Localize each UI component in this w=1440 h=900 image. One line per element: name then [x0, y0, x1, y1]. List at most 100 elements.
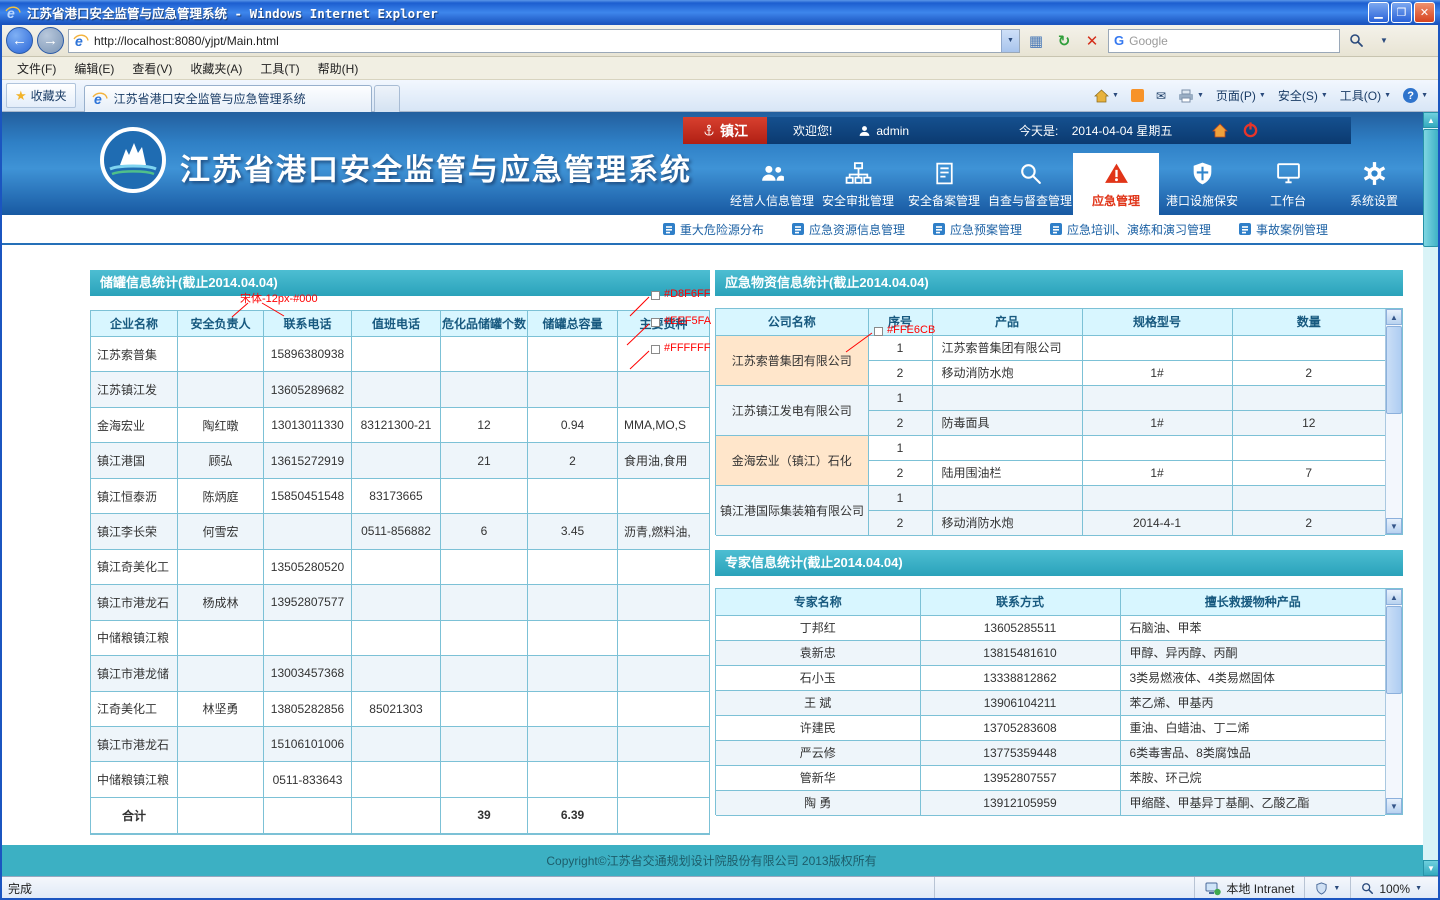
tank-total-row: 合计 39 6.39 [91, 798, 710, 833]
scroll-down-icon[interactable]: ▼ [1386, 518, 1402, 534]
col-qty: 数量 [1232, 309, 1385, 335]
current-user: admin [858, 124, 909, 138]
subnav-item[interactable]: 重大危险源分布 [663, 221, 764, 238]
cell-capacity [528, 620, 618, 655]
refresh-icon[interactable]: ↻ [1052, 29, 1076, 53]
col-contact: 联系方式 [920, 589, 1120, 615]
col-company: 企业名称 [91, 311, 178, 337]
scroll-up-icon[interactable]: ▲ [1423, 112, 1439, 128]
new-tab-button[interactable] [374, 85, 400, 112]
today-date: 2014-04-04 星期五 [1072, 122, 1173, 139]
menu-item[interactable]: 帮助(H) [309, 57, 368, 80]
subnav-item[interactable]: 应急预案管理 [933, 221, 1022, 238]
cell-tank-count [441, 337, 528, 372]
home-button[interactable]: ▼ [1094, 89, 1119, 103]
search-options-icon[interactable]: ▼ [1372, 29, 1396, 53]
scroll-down-icon[interactable]: ▼ [1386, 798, 1402, 814]
compatibility-icon[interactable]: ▦ [1024, 29, 1048, 53]
url-dropdown-icon[interactable]: ▼ [1001, 30, 1019, 52]
tank-row: 镇江市港龙石 杨成林 13952807577 [91, 585, 710, 620]
url-text[interactable]: http://localhost:8080/yjpt/Main.html [94, 34, 279, 48]
gear-icon [1361, 160, 1388, 187]
cell-capacity [528, 726, 618, 761]
read-mail-button[interactable]: ✉ [1156, 89, 1166, 103]
nav-emergency[interactable]: 应急管理 [1073, 153, 1159, 215]
cell-product: 移动消防水炮 [932, 360, 1082, 385]
cell-tank-count [441, 478, 528, 513]
menu-item[interactable]: 收藏夹(A) [181, 57, 251, 80]
subnav-item[interactable]: 事故案例管理 [1239, 221, 1328, 238]
menu-item[interactable]: 查看(V) [123, 57, 181, 80]
url-box[interactable]: e http://localhost:8080/yjpt/Main.html ▼ [68, 29, 1020, 53]
print-button[interactable]: ▼ [1178, 89, 1204, 103]
nav-workbench[interactable]: 工作台 [1245, 153, 1331, 215]
maximize-button[interactable]: ❐ [1391, 2, 1412, 23]
subnav-item[interactable]: 应急培训、演练和演习管理 [1050, 221, 1211, 238]
cell-company: 镇江恒泰沥 [91, 478, 178, 513]
cell-serial: 2 [868, 510, 932, 535]
supplies-scrollbar[interactable]: ▲ ▼ [1385, 309, 1402, 534]
cell-expert-name: 管新华 [716, 765, 920, 790]
cell-capacity: 3.45 [528, 514, 618, 549]
back-button[interactable]: ← [6, 27, 33, 54]
search-input[interactable]: Google [1129, 34, 1168, 48]
theme-button[interactable] [1212, 123, 1228, 138]
nav-safety-approval[interactable]: 安全审批管理 [815, 153, 901, 215]
page-menu-button[interactable]: 页面(P)▼ [1216, 87, 1266, 104]
cell-goods [618, 337, 710, 372]
cell-tank-count [441, 691, 528, 726]
cell-qty: 7 [1232, 460, 1385, 485]
feeds-button[interactable] [1131, 89, 1144, 102]
scroll-thumb[interactable] [1386, 606, 1402, 694]
cell-qty [1232, 385, 1385, 410]
cell-spec: 2014-4-1 [1082, 510, 1232, 535]
close-button[interactable]: ✕ [1414, 2, 1435, 23]
expert-row: 丁邦红 13605285511 石脑油、甲苯 [716, 615, 1385, 640]
address-bar: ← → e http://localhost:8080/yjpt/Main.ht… [0, 25, 1440, 57]
safety-menu-button[interactable]: 安全(S)▼ [1278, 87, 1328, 104]
scroll-up-icon[interactable]: ▲ [1386, 589, 1402, 605]
search-go-icon[interactable] [1344, 29, 1368, 53]
menu-item[interactable]: 文件(F) [8, 57, 65, 80]
nav-safety-record[interactable]: 安全备案管理 [901, 153, 987, 215]
cell-tank-count [441, 726, 528, 761]
browser-tab[interactable]: e 江苏省港口安全监管与应急管理系统 [84, 85, 372, 112]
cell-phone: 13505280520 [264, 549, 352, 584]
cell-product [932, 485, 1082, 510]
scroll-up-icon[interactable]: ▲ [1386, 309, 1402, 325]
scroll-thumb[interactable] [1386, 326, 1402, 414]
minimize-button[interactable]: ▁ [1368, 2, 1389, 23]
cell-contact: 13815481610 [920, 640, 1120, 665]
col-duty-phone: 值班电话 [352, 311, 441, 337]
zoom-control[interactable]: 100% ▼ [1350, 877, 1432, 900]
search-box[interactable]: G Google [1108, 29, 1340, 53]
cell-expert-name: 丁邦红 [716, 615, 920, 640]
col-expert-name: 专家名称 [716, 589, 920, 615]
cell-duty-phone [352, 726, 441, 761]
cell-safety-officer: 顾弘 [178, 443, 264, 478]
cell-company: 中储粮镇江粮 [91, 620, 178, 655]
nav-port-security[interactable]: 港口设施保安 [1159, 153, 1245, 215]
menu-item[interactable]: 工具(T) [251, 57, 308, 80]
stop-icon[interactable]: ✕ [1080, 29, 1104, 53]
protected-mode-indicator[interactable]: ▼ [1304, 877, 1350, 900]
tools-menu-button[interactable]: 工具(O)▼ [1340, 87, 1391, 104]
logout-button[interactable] [1242, 121, 1259, 141]
help-button[interactable]: ?▼ [1403, 88, 1428, 103]
cell-safety-officer [178, 620, 264, 655]
cell-phone: 13615272919 [264, 443, 352, 478]
nav-inspection[interactable]: 自查与督查管理 [987, 153, 1073, 215]
col-goods: 主要货种 [618, 311, 710, 337]
col-product: 产品 [932, 309, 1082, 335]
forward-button[interactable]: → [37, 27, 64, 54]
favorites-button[interactable]: ★ 收藏夹 [6, 83, 76, 108]
nav-system-settings[interactable]: 系统设置 [1331, 153, 1417, 215]
experts-scrollbar[interactable]: ▲ ▼ [1385, 589, 1402, 814]
subnav-item[interactable]: 应急资源信息管理 [792, 221, 905, 238]
menu-item[interactable]: 编辑(E) [65, 57, 123, 80]
user-info-bar: 镇江 欢迎您! admin 今天是: 2014-04-04 星期五 [683, 117, 1351, 144]
scroll-down-icon[interactable]: ▼ [1423, 860, 1439, 876]
scroll-thumb[interactable] [1423, 129, 1439, 247]
site-header: 江苏省港口安全监管与应急管理系统 镇江 欢迎您! admin 今天是: 2014… [0, 112, 1423, 215]
nav-operator-info[interactable]: 经营人信息管理 [729, 153, 815, 215]
